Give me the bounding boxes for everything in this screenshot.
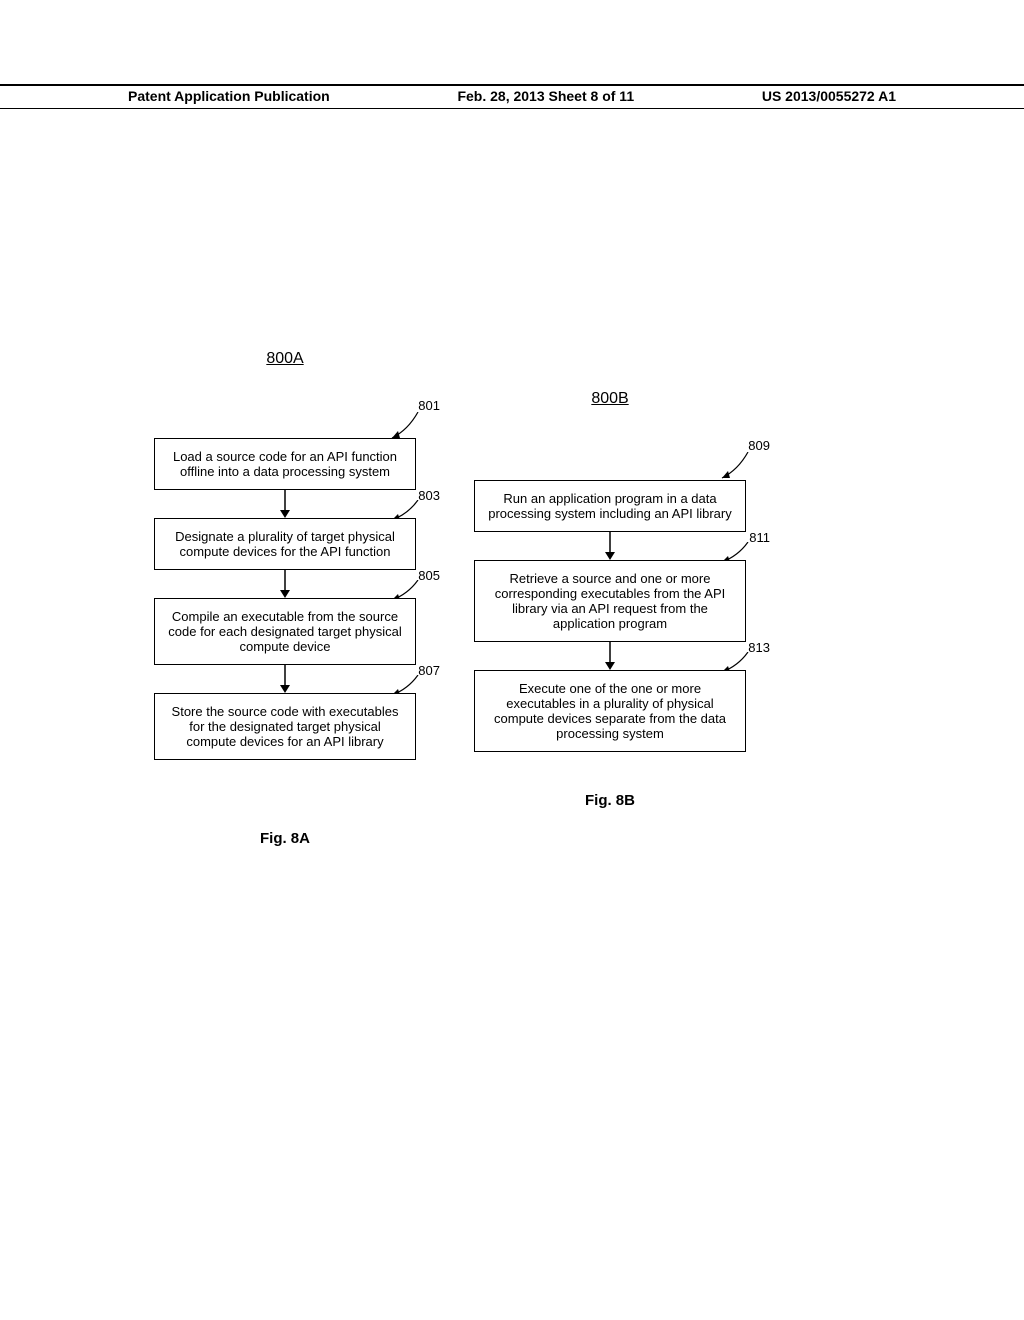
step-801-box: Load a source code for an API function o… [154, 438, 416, 490]
ref-813: 813 [748, 640, 770, 655]
leader-line-icon [710, 452, 750, 482]
step-811-box: Retrieve a source and one or more corres… [474, 560, 746, 642]
header-left: Patent Application Publication [128, 88, 330, 108]
step-805-box: Compile an executable from the source co… [154, 598, 416, 665]
ref-811: 811 [749, 530, 770, 545]
step-813-box: Execute one of the one or more executabl… [474, 670, 746, 752]
header-right: US 2013/0055272 A1 [762, 88, 896, 108]
arrow-down-icon: 803 [150, 490, 420, 518]
ref-803: 803 [418, 488, 440, 503]
ref-809: 809 [748, 438, 770, 453]
step-807-box: Store the source code with executables f… [154, 693, 416, 760]
flowchart-800b: 800B 809 Run an application program in a… [470, 390, 750, 809]
step-803-box: Designate a plurality of target physical… [154, 518, 416, 570]
flowchart-a-title: 800A [150, 350, 420, 368]
flowchart-b-title: 800B [470, 390, 750, 408]
step-809-box: Run an application program in a data pro… [474, 480, 746, 532]
flowchart-800a: 800A 801 Load a source code for an API f… [150, 350, 420, 847]
arrow-down-icon: 805 [150, 570, 420, 598]
arrow-down-icon: 813 [470, 642, 750, 670]
ref-801: 801 [418, 398, 440, 413]
header-center: Feb. 28, 2013 Sheet 8 of 11 [457, 88, 634, 108]
ref-805: 805 [418, 568, 440, 583]
arrow-down-icon: 807 [150, 665, 420, 693]
page-header: Patent Application Publication Feb. 28, … [0, 84, 1024, 109]
figure-8a-caption: Fig. 8A [150, 830, 420, 847]
arrow-down-icon: 811 [470, 532, 750, 560]
figure-8b-caption: Fig. 8B [470, 792, 750, 809]
ref-807: 807 [418, 663, 440, 678]
